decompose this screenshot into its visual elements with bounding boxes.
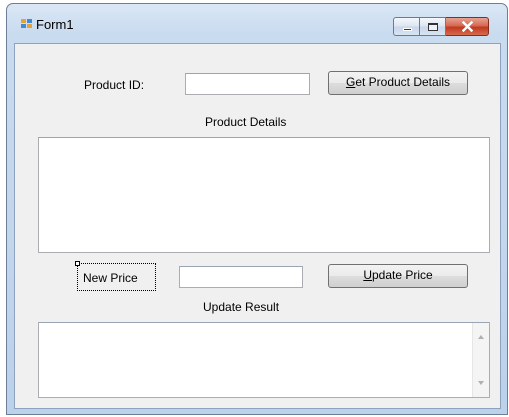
update-price-button[interactable]: Update Price <box>328 264 468 288</box>
minimize-button[interactable] <box>393 17 420 36</box>
update-result-textbox[interactable] <box>38 322 490 398</box>
get-product-details-accel: G <box>345 75 356 89</box>
minimize-icon <box>403 28 412 31</box>
product-id-input[interactable] <box>185 73 310 95</box>
product-details-label: Product Details <box>205 115 287 129</box>
maximize-icon <box>428 23 438 31</box>
close-button[interactable] <box>446 17 489 36</box>
close-icon <box>462 21 473 32</box>
maximize-button[interactable] <box>420 17 446 36</box>
new-price-label-selection[interactable]: New Price <box>75 261 156 291</box>
get-product-details-button[interactable]: Get Product Details <box>328 71 468 95</box>
new-price-input[interactable] <box>179 266 303 288</box>
form-app-icon <box>21 19 32 29</box>
update-price-label: pdate Price <box>371 268 433 282</box>
update-price-accel: U <box>363 268 372 282</box>
new-price-label: New Price <box>83 271 138 285</box>
selection-handle[interactable] <box>75 261 80 266</box>
form-client-area: Product ID: Get Product Details Product … <box>14 43 501 409</box>
product-details-textbox[interactable] <box>38 137 490 253</box>
vertical-scrollbar[interactable] <box>472 323 489 397</box>
get-product-details-label: et Product Details <box>355 75 451 89</box>
product-id-label: Product ID: <box>84 78 145 92</box>
update-result-label: Update Result <box>203 300 280 314</box>
scroll-down-arrow-icon[interactable] <box>478 381 484 385</box>
window-title: Form1 <box>36 17 74 32</box>
scroll-up-arrow-icon[interactable] <box>478 335 484 339</box>
form1-window: Form1 Product ID: Get Product Details Pr… <box>6 3 508 415</box>
title-bar[interactable]: Form1 <box>7 4 507 41</box>
